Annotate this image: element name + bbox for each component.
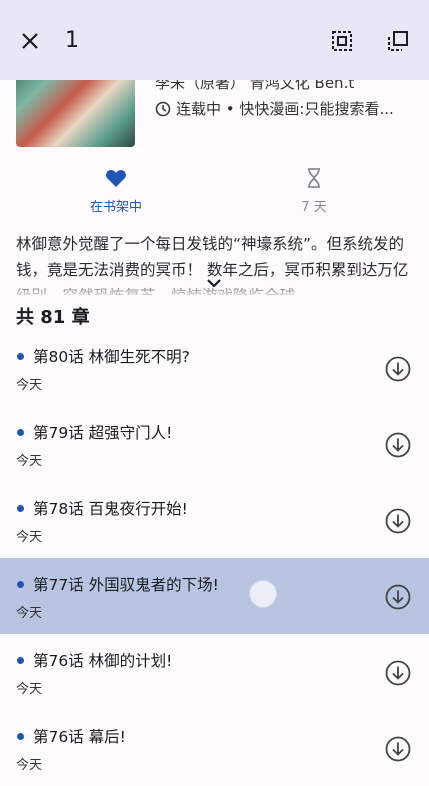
download-icon[interactable] — [385, 660, 411, 686]
chapter-title: 第77话 外国驭鬼者的下场! — [33, 576, 219, 594]
chapter-row[interactable]: 第80话 林御生死不明? 今天 — [0, 330, 429, 406]
download-icon[interactable] — [385, 356, 411, 382]
unread-dot — [17, 657, 24, 664]
in-library-button[interactable]: 在书架中 — [56, 166, 176, 215]
update-interval-label: 7 天 — [301, 200, 327, 215]
chapter-row[interactable]: 第78话 百鬼夜行开始! 今天 — [0, 482, 429, 558]
touch-indicator — [249, 580, 277, 608]
chapter-title: 第80话 林御生死不明? — [33, 348, 190, 366]
chapter-list: 第80话 林御生死不明? 今天 第79话 超强守门人! 今天 第78话 百鬼夜行… — [0, 330, 429, 786]
clock-icon — [155, 101, 171, 116]
download-icon[interactable] — [385, 432, 411, 458]
download-icon[interactable] — [385, 736, 411, 762]
chapter-title: 第78话 百鬼夜行开始! — [33, 500, 188, 518]
chapter-row-selected[interactable]: 第77话 外国驭鬼者的下场! 今天 — [0, 558, 429, 634]
select-all-icon[interactable] — [330, 29, 354, 53]
chapter-row[interactable]: 第79话 超强守门人! 今天 — [0, 406, 429, 482]
flip-selection-icon[interactable] — [386, 29, 410, 53]
chapter-date: 今天 — [16, 454, 43, 469]
unread-dot — [17, 733, 24, 740]
unread-dot — [17, 353, 24, 360]
chapter-date: 今天 — [16, 758, 43, 773]
download-icon[interactable] — [385, 584, 411, 610]
update-interval-button[interactable]: 7 天 — [254, 166, 374, 215]
selection-toolbar: 1 — [0, 0, 429, 80]
manga-status-row: 连载中 • 快快漫画:只能搜索看... — [155, 98, 394, 119]
manga-status: 连载中 • 快快漫画:只能搜索看... — [176, 100, 394, 118]
chapter-title: 第76话 幕后! — [33, 728, 126, 746]
chapter-title: 第76话 林御的计划! — [33, 652, 173, 670]
unread-dot — [17, 429, 24, 436]
chapter-row[interactable]: 第76话 幕后! 今天 — [0, 710, 429, 786]
chapter-date: 今天 — [16, 378, 43, 393]
chapter-count: 共 81 章 — [16, 307, 90, 328]
chapter-date: 今天 — [16, 606, 43, 621]
close-icon[interactable] — [18, 29, 42, 53]
chapter-date: 今天 — [16, 530, 43, 545]
unread-dot — [17, 505, 24, 512]
chapter-title: 第79话 超强守门人! — [33, 424, 173, 442]
chapter-date: 今天 — [16, 682, 43, 697]
chevron-down-icon[interactable] — [205, 276, 223, 290]
unread-dot — [17, 581, 24, 588]
in-library-label: 在书架中 — [89, 200, 142, 215]
heart-icon — [106, 170, 126, 187]
hourglass-icon — [308, 168, 320, 188]
download-icon[interactable] — [385, 508, 411, 534]
chapter-row[interactable]: 第76话 林御的计划! 今天 — [0, 634, 429, 710]
selected-count: 1 — [65, 28, 79, 53]
